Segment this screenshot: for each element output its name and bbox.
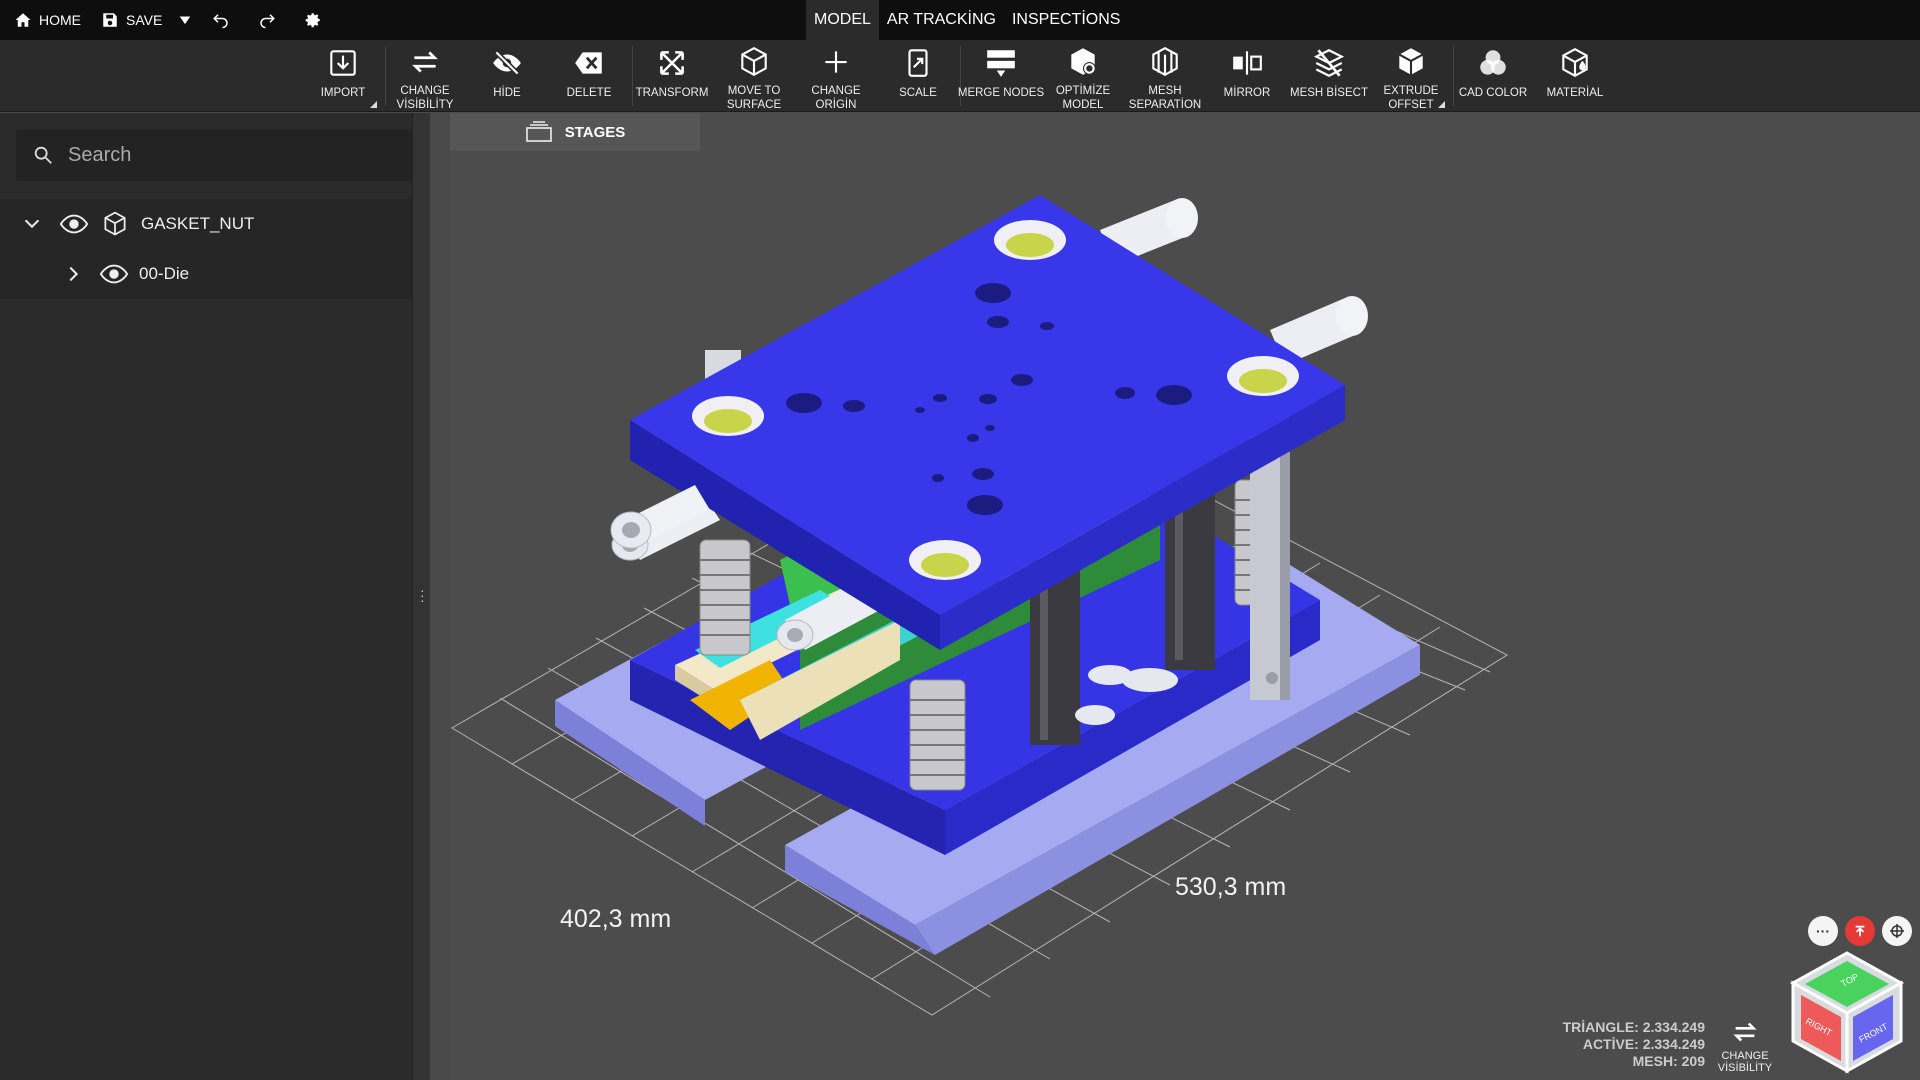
- extrude-icon: [1398, 48, 1424, 75]
- undo-button[interactable]: [198, 0, 244, 40]
- ellipsis-icon: ···: [1816, 923, 1830, 939]
- move-surface-icon: [741, 46, 767, 76]
- swap-icon: [412, 51, 438, 73]
- transform-icon: [660, 51, 684, 75]
- mesh-separation-icon: [1152, 46, 1178, 76]
- import-options-corner[interactable]: [370, 101, 377, 108]
- drag-handle-icon: · · ·: [420, 582, 425, 608]
- arrow-up-icon: [1855, 925, 1865, 937]
- home-button[interactable]: HOME: [4, 0, 91, 40]
- mode-tabs: MODEL AR TRACKİNG INSPECTİONS: [806, 0, 1128, 40]
- merge-nodes-button[interactable]: MERGE NODES: [958, 40, 1044, 112]
- tree-item-gasket-nut[interactable]: GASKET_NUT: [0, 199, 430, 249]
- mesh-bisect-icon: [1313, 49, 1345, 77]
- search-icon: [34, 146, 52, 164]
- change-visibility-button[interactable]: CHANGE VİSİBİLİTY: [385, 40, 465, 112]
- hide-eye-icon: [493, 50, 521, 76]
- top-bar: HOME SAVE MODEL AR TRACKİNG INSPECTİONS: [0, 0, 1920, 40]
- change-visibility-floating-button[interactable]: CHANGE VİSİBİLİTY: [1715, 1017, 1775, 1074]
- sidebar-resize-handle[interactable]: · · ·: [412, 113, 430, 1080]
- save-dropdown-button[interactable]: [172, 0, 198, 40]
- material-icon: [1562, 47, 1588, 77]
- crosshair-icon: [1890, 924, 1904, 938]
- floppy-icon: [103, 13, 117, 27]
- dimension-width: 402,3 mm: [560, 905, 672, 933]
- delete-icon: [575, 52, 602, 74]
- tab-ar-tracking[interactable]: AR TRACKİNG: [879, 0, 1004, 40]
- tree-item-label: GASKET_NUT: [141, 214, 255, 233]
- scale-icon: [908, 49, 928, 77]
- mesh-stats: TRİANGLE: 2.334.249 ACTİVE: 2.334.249 ME…: [1562, 1019, 1705, 1069]
- optimize-icon: [1071, 48, 1096, 75]
- plus-origin-icon: [825, 51, 847, 73]
- tree-item-label: 00-Die: [139, 264, 190, 283]
- tool-ribbon: IMPORT CHANGE VİSİBİLİTY HİDE DELETE TRA…: [0, 40, 1920, 112]
- scene-tree: GASKET_NUT 00-Die: [0, 199, 430, 299]
- visibility-eye-icon[interactable]: [99, 259, 129, 289]
- merge-icon: [987, 50, 1015, 77]
- model-cube-icon: [104, 211, 126, 236]
- 3d-viewport[interactable]: STAGES 402,3 mm 530,3 mm TRİANGLE: 2.334…: [450, 113, 1920, 1080]
- visibility-eye-icon[interactable]: [59, 209, 89, 239]
- material-button[interactable]: MATERİAL: [1535, 40, 1615, 112]
- chevron-down-icon[interactable]: [21, 213, 43, 235]
- caret-down-icon: [180, 16, 191, 25]
- move-to-surface-button[interactable]: MOVE TO SURFACE: [714, 40, 794, 112]
- chevron-right-icon[interactable]: [62, 263, 84, 285]
- scale-button[interactable]: SCALE: [878, 40, 958, 112]
- home-icon: [15, 13, 31, 27]
- hide-button[interactable]: HİDE: [467, 40, 547, 112]
- gear-icon: [305, 13, 321, 28]
- tree-item-00-die[interactable]: 00-Die: [0, 249, 430, 299]
- cad-color-icon: [1480, 50, 1506, 75]
- settings-button[interactable]: [290, 0, 336, 40]
- extrude-options-corner[interactable]: [1438, 101, 1445, 108]
- optimize-model-button[interactable]: OPTİMİZE MODEL: [1043, 40, 1123, 112]
- import-button[interactable]: IMPORT: [303, 40, 383, 112]
- redo-button[interactable]: [244, 0, 290, 40]
- mirror-icon: [1233, 51, 1262, 75]
- import-icon: [330, 50, 356, 76]
- dimension-depth: 530,3 mm: [1175, 873, 1287, 901]
- save-button[interactable]: SAVE: [91, 0, 172, 40]
- mirror-button[interactable]: MİRROR: [1207, 40, 1287, 112]
- mesh-separation-button[interactable]: MESH SEPARATİON: [1125, 40, 1205, 112]
- delete-button[interactable]: DELETE: [549, 40, 629, 112]
- search-input[interactable]: [68, 143, 388, 167]
- tab-model[interactable]: MODEL: [806, 0, 879, 40]
- view-cube[interactable]: TOP RIGHT FRONT: [1785, 941, 1910, 1076]
- scene-sidebar: GASKET_NUT 00-Die ···: [0, 113, 430, 1080]
- mesh-bisect-button[interactable]: MESH BİSECT: [1289, 40, 1369, 112]
- change-origin-button[interactable]: CHANGE ORİGİN: [796, 40, 876, 112]
- transform-button[interactable]: TRANSFORM: [632, 40, 712, 112]
- swap-icon: [1733, 1022, 1757, 1042]
- tab-inspections[interactable]: INSPECTİONS: [1004, 0, 1128, 40]
- redo-icon: [260, 14, 276, 29]
- model-render: [451, 195, 1509, 1016]
- undo-icon: [213, 14, 229, 29]
- cad-color-button[interactable]: CAD COLOR: [1453, 40, 1533, 112]
- extrude-offset-button[interactable]: EXTRUDE OFFSET: [1371, 40, 1451, 112]
- search-box: [16, 129, 412, 181]
